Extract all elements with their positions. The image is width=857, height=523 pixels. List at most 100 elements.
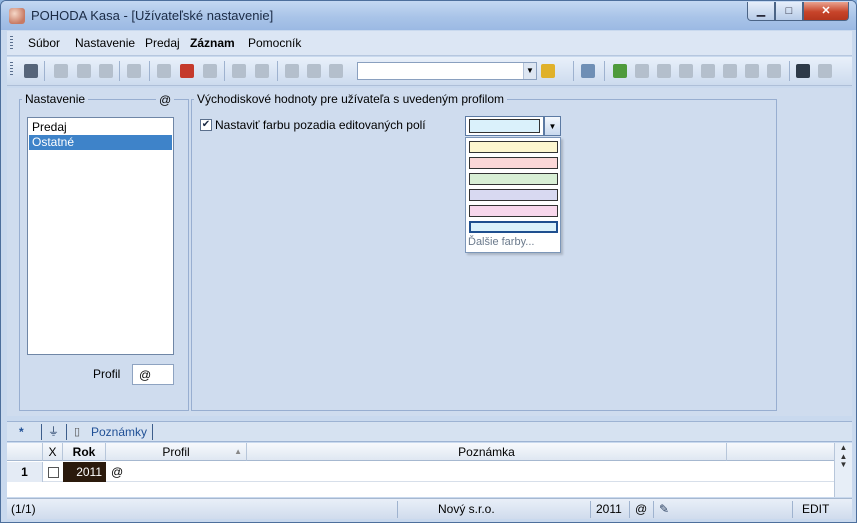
app-icon [9, 8, 25, 24]
delete-record-icon[interactable] [180, 64, 194, 78]
filter-icon[interactable]: ⏚ [48, 424, 59, 440]
archive-icon[interactable] [723, 64, 737, 78]
minimize-button[interactable]: ▁ [747, 2, 775, 21]
menu-zaznam[interactable]: Záznam [190, 36, 235, 50]
grid-corner [7, 443, 43, 461]
toolbar-grip[interactable] [10, 62, 13, 77]
clock-icon[interactable] [635, 64, 649, 78]
color-combo[interactable] [465, 116, 544, 136]
column-header-empty [727, 443, 837, 461]
tab-separator [41, 424, 42, 440]
toolbar-separator [149, 61, 150, 81]
toolbar-separator [119, 61, 120, 81]
table-row[interactable]: 1 2011 @ [7, 462, 837, 482]
menu-grip[interactable] [10, 36, 13, 51]
color-option-magenta[interactable] [469, 205, 558, 217]
column-header-rok[interactable]: Rok [63, 443, 106, 461]
color-option-lavender[interactable] [469, 189, 558, 201]
toolbar-separator [277, 61, 278, 81]
save-icon[interactable] [127, 64, 141, 78]
column-header-x[interactable]: X [43, 443, 63, 461]
chevron-down-icon[interactable]: ▼ [523, 63, 536, 79]
status-separator [590, 501, 591, 518]
filter-folder-icon[interactable] [541, 64, 555, 78]
status-company: Nový s.r.o. [438, 502, 495, 516]
title-bar: POHODA Kasa - [Užívateľské nastavenie] ▁… [1, 1, 856, 30]
status-separator [629, 501, 630, 518]
document-icon[interactable] [232, 64, 246, 78]
tab-separator [66, 424, 67, 440]
scroll-down-icon[interactable]: ▼ [835, 460, 852, 469]
tab-separator [152, 424, 153, 440]
status-year: 2011 [596, 502, 622, 516]
cell-profil[interactable]: @ [111, 462, 123, 482]
color-dropdown: Ďalšie farby... [465, 137, 561, 253]
status-record-counter: (1/1) [11, 502, 36, 516]
user-icon[interactable] [796, 64, 810, 78]
menu-bar: Súbor Nastavenie Predaj Záznam Pomocník [7, 31, 852, 56]
toolbar-separator [789, 61, 790, 81]
color-option-yellow[interactable] [469, 141, 558, 153]
exit-icon[interactable] [24, 64, 38, 78]
card-icon[interactable] [745, 64, 759, 78]
close-button[interactable]: ✕ [803, 2, 849, 21]
tab-new[interactable]: * [19, 424, 24, 440]
chevron-down-icon[interactable]: ▼ [544, 116, 561, 136]
column-header-poznamka[interactable]: Poznámka [247, 443, 727, 461]
background-color-checkbox[interactable]: ✔ [200, 119, 212, 131]
color-option-light-blue[interactable] [469, 221, 558, 233]
row-checkbox[interactable] [48, 467, 59, 478]
more-colors-option[interactable]: Ďalšie farby... [468, 236, 534, 248]
list-icon[interactable] [657, 64, 671, 78]
box-icon[interactable] [701, 64, 715, 78]
column-header-profil[interactable]: Profil ▲ [106, 443, 247, 461]
print-icon[interactable] [77, 64, 91, 78]
menu-pomocnik[interactable]: Pomocník [248, 36, 301, 50]
new-record-icon[interactable] [157, 64, 171, 78]
toolbar: ▼ [7, 57, 852, 86]
settings-group-label: Nastavenie [22, 92, 89, 106]
profil-input[interactable]: @ [132, 364, 174, 385]
help-pointer-icon[interactable] [581, 64, 595, 78]
scroll-up-icon[interactable]: ▲ [835, 443, 852, 452]
settings-icon[interactable] [307, 64, 321, 78]
cell-rok[interactable]: 2011 [63, 462, 106, 482]
application-window: POHODA Kasa - [Užívateľské nastavenie] ▁… [0, 0, 857, 523]
list-item-predaj[interactable]: Predaj [29, 120, 172, 135]
transfer-icon[interactable] [255, 64, 269, 78]
list-item-ostatne[interactable]: Ostatné [29, 135, 172, 150]
defaults-group-label: Východiskové hodnoty pre užívateľa s uve… [194, 92, 507, 106]
tab-strip: * ⏚ ▯ Poznámky [7, 421, 852, 442]
print-preview-icon[interactable] [99, 64, 113, 78]
tab-poznamky[interactable]: Poznámky [91, 424, 147, 440]
maximize-button[interactable]: □ [775, 2, 803, 21]
toolbar-separator [573, 61, 574, 81]
menu-nastavenie[interactable]: Nastavenie [75, 36, 135, 50]
color-option-green[interactable] [469, 173, 558, 185]
undo-icon[interactable] [203, 64, 217, 78]
key-icon[interactable] [818, 64, 832, 78]
register-icon[interactable] [767, 64, 781, 78]
status-at: @ [635, 502, 648, 516]
notes-icon: ▯ [74, 426, 81, 438]
grid-scrollbar[interactable]: ▲ ▲ ▼ [834, 443, 852, 497]
background-color-checkbox-label: Nastaviť farbu pozadia editovaných polí [215, 118, 426, 132]
settings-listbox[interactable]: Predaj Ostatné [27, 117, 174, 355]
menu-subor[interactable]: Súbor [28, 36, 60, 50]
status-separator [397, 501, 398, 518]
menu-predaj[interactable]: Predaj [145, 36, 180, 50]
toolbar-separator [44, 61, 45, 81]
profil-label: Profil [93, 367, 121, 381]
toolbar-search-combo[interactable]: ▼ [357, 62, 537, 80]
scroll-thumb[interactable]: ▲ [835, 452, 852, 461]
stamp-icon[interactable] [679, 64, 693, 78]
link-icon[interactable] [329, 64, 343, 78]
copy-icon[interactable] [54, 64, 68, 78]
status-separator [653, 501, 654, 518]
color-option-pink[interactable] [469, 157, 558, 169]
book-icon[interactable] [613, 64, 627, 78]
status-mode: EDIT [802, 502, 830, 516]
window-title: POHODA Kasa - [Užívateľské nastavenie] [31, 8, 274, 23]
percent-icon[interactable] [285, 64, 299, 78]
selected-color-swatch [469, 119, 540, 133]
